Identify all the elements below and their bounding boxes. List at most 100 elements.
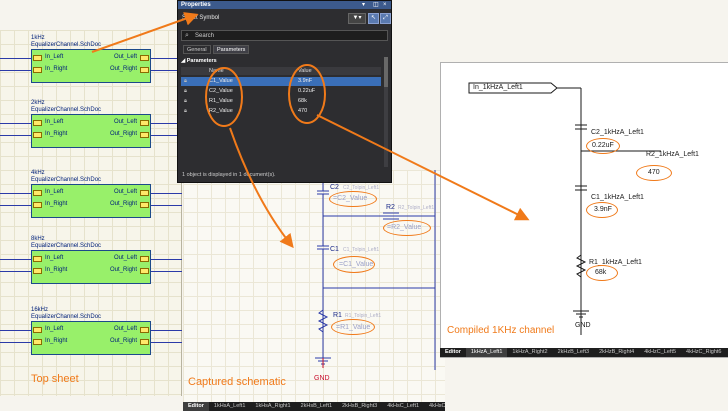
c1-designator: C1	[330, 246, 339, 253]
port-label-in-right: In_Right	[45, 267, 68, 273]
port-label-in-right: In_Right	[45, 131, 68, 137]
port-label-in-left: In_Left	[45, 119, 64, 125]
name-column-header[interactable]: Name	[209, 67, 224, 75]
filter-button[interactable]: ▼▾	[348, 13, 366, 24]
document-tab[interactable]: 4kHzC_Right6	[681, 348, 726, 357]
compiled-r2-highlight	[636, 165, 672, 181]
cursor-icon: ↖	[370, 15, 377, 21]
document-tab[interactable]: 1kHzA_Right2	[507, 348, 552, 357]
filter-icon: ▼▾	[352, 15, 362, 21]
port-flag	[140, 67, 149, 73]
captured-schematic-view[interactable]: C2 C2_Tolpin_Left1 =C2_Value R2 R2_Tolpi…	[183, 170, 445, 402]
compiled-c1-highlight	[586, 202, 618, 218]
search-placeholder: Search	[195, 33, 215, 39]
wire	[0, 123, 32, 124]
document-tab[interactable]: 4kHsC_Right5	[424, 402, 445, 411]
port-flag	[140, 132, 149, 138]
port-label-out-left: Out_Left	[113, 54, 137, 60]
port-label-out-right: Out_Right	[109, 201, 137, 207]
lock-icon[interactable]: 🔒︎	[184, 77, 187, 86]
port-label-out-right: Out_Right	[109, 338, 137, 344]
wire	[151, 193, 182, 194]
parameters-section-header[interactable]: ◢ Parameters	[181, 57, 386, 65]
parameter-value[interactable]: 3.9nF	[298, 77, 312, 86]
c1-param-highlight	[333, 256, 375, 273]
port-flag	[33, 339, 42, 345]
close-icon[interactable]: ×	[383, 1, 387, 9]
sheet-symbol[interactable]: In_Left In_Right Out_Left Out_Right	[31, 49, 151, 83]
r1-designator: R1	[333, 312, 342, 319]
compiled-c1-designator: C1_1kHzA_Left1	[591, 194, 644, 201]
scrollbar-thumb[interactable]	[384, 57, 388, 87]
value-column-header[interactable]: Value	[298, 67, 312, 75]
wire	[151, 330, 182, 331]
parameter-value[interactable]: 470	[298, 107, 307, 116]
select-button[interactable]: ↖	[368, 13, 379, 24]
wire	[0, 259, 32, 260]
port-flag	[33, 55, 42, 61]
channel-doc: EqualizerChannel.SchDoc	[31, 243, 102, 249]
tab-general[interactable]: General	[183, 45, 211, 54]
document-tab[interactable]: 4kHzC_Left5	[639, 348, 681, 357]
wire	[151, 342, 182, 343]
r2-designator: R2	[386, 204, 395, 211]
parameter-value[interactable]: 0.22uF	[298, 87, 315, 96]
sheet-symbol[interactable]: In_Left In_Right Out_Left Out_Right	[31, 321, 151, 355]
compiled-channel-view[interactable]: In_1kHzA_Left1 C2_1kHzA_Left1 0.22uF R2_…	[440, 62, 728, 358]
lock-icon[interactable]: 🔒︎	[184, 87, 187, 96]
object-type-label: Sheet Symbol	[182, 15, 220, 21]
editor-tab[interactable]: Editor	[440, 348, 466, 357]
port-label-in-left: In_Left	[45, 255, 64, 261]
properties-panel: Properties ▾ ◫ × Sheet Symbol ▼▾ ↖ ⤢ ⌕ S…	[177, 0, 392, 183]
parameter-name: R1_Value	[209, 98, 233, 104]
properties-titlebar[interactable]: Properties ▾ ◫ ×	[178, 1, 391, 9]
search-icon: ⌕	[185, 32, 189, 39]
sheet-symbol[interactable]: In_Left In_Right Out_Left Out_Right	[31, 184, 151, 218]
wire	[151, 259, 182, 260]
document-tab[interactable]: 2kHzB_Right4	[594, 348, 639, 357]
dropdown-icon[interactable]: ▾	[362, 1, 365, 9]
parameter-row[interactable]: 🔒︎ R1_Value 68k	[181, 97, 381, 106]
document-tab[interactable]: 2kHsB_Right3	[337, 402, 382, 411]
port-label-out-right: Out_Right	[109, 66, 137, 72]
port-label-out-left: Out_Left	[113, 119, 137, 125]
port-flag	[33, 67, 42, 73]
document-tab[interactable]: 1kHzA_Left1	[465, 348, 508, 357]
zoom-button[interactable]: ⤢	[380, 13, 391, 24]
document-tab[interactable]: 2kHsB_Left1	[296, 402, 338, 411]
document-tab[interactable]: 4kHsC_Left1	[382, 402, 424, 411]
parameter-row[interactable]: 🔒︎ R2_Value 470	[181, 107, 381, 116]
port-label-in-right: In_Right	[45, 338, 68, 344]
document-tab[interactable]: 1kHsA_Left1	[209, 402, 251, 411]
properties-scrollbar[interactable]	[384, 57, 388, 167]
channel-title: 1kHz	[31, 35, 45, 41]
parameter-row[interactable]: 🔒︎ C1_Value 3.9nF	[181, 77, 381, 86]
document-tab[interactable]: 2kHzB_Left3	[553, 348, 595, 357]
port-label-in-left: In_Left	[45, 326, 64, 332]
pin-icon[interactable]: ◫	[373, 1, 379, 9]
port-flag	[140, 339, 149, 345]
channel-doc: EqualizerChannel.SchDoc	[31, 107, 102, 113]
port-flag	[140, 268, 149, 274]
search-input[interactable]: ⌕ Search	[181, 30, 388, 41]
port-label-out-right: Out_Right	[109, 131, 137, 137]
compiled-gnd-label: GND	[575, 322, 591, 329]
parameter-row[interactable]: 🔒︎ C2_Value 0.22uF	[181, 87, 381, 96]
top-sheet-view[interactable]: 1kHz EqualizerChannel.SchDoc In_Left In_Rig…	[0, 30, 182, 396]
port-label-in-left: In_Left	[45, 54, 64, 60]
parameter-value[interactable]: 68k	[298, 97, 307, 106]
tab-parameters[interactable]: Parameters	[213, 45, 250, 54]
port-flag	[33, 190, 42, 196]
lock-icon[interactable]: 🔒︎	[184, 107, 187, 116]
sheet-symbol[interactable]: In_Left In_Right Out_Left Out_Right	[31, 250, 151, 284]
sheet-symbol[interactable]: In_Left In_Right Out_Left Out_Right	[31, 114, 151, 148]
compiled-c2-designator: C2_1kHzA_Left1	[591, 129, 644, 136]
port-flag	[140, 202, 149, 208]
port-label-out-left: Out_Left	[113, 255, 137, 261]
compiled-c2-highlight	[586, 138, 620, 154]
document-tab[interactable]: 1kHsA_Right1	[250, 402, 295, 411]
lock-icon[interactable]: 🔒︎	[184, 97, 187, 106]
wire	[0, 271, 32, 272]
editor-tab[interactable]: Editor	[183, 402, 209, 411]
parameters-section-label: Parameters	[186, 58, 217, 64]
